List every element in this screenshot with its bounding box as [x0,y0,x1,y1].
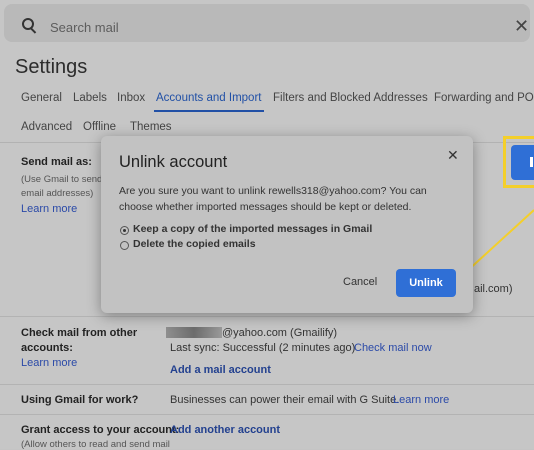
dialog-message: Are you sure you want to unlink rewells3… [119,185,427,213]
cancel-button[interactable]: Cancel [343,276,377,288]
gmail-settings-page: Search mail ✕ Settings General Labels In… [0,0,534,450]
keep-copy-radio[interactable] [120,226,129,235]
delete-emails-radio[interactable] [120,241,129,250]
unlink-button[interactable]: Unlink [396,269,456,297]
close-icon[interactable]: ✕ [447,147,459,164]
dialog-title: Unlink account [119,153,228,171]
unlink-account-dialog: Unlink account ✕ Are you sure you want t… [101,136,473,313]
keep-copy-label[interactable]: Keep a copy of the imported messages in … [133,223,372,235]
delete-emails-label[interactable]: Delete the copied emails [133,238,256,250]
